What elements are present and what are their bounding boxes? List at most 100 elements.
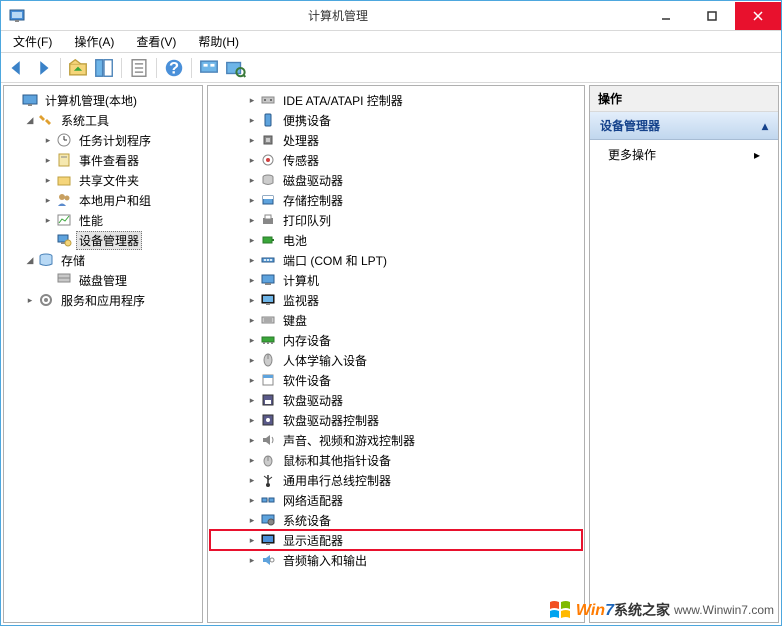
device-category-audio[interactable]: ▸ 音频输入和输出	[210, 550, 582, 570]
expand-icon[interactable]: ▸	[246, 374, 258, 386]
console-tree-pane[interactable]: ▸ 计算机管理(本地) ◢ 系统工具 ▸ 任务计划程序 ▸ 事件查看器 ▸	[3, 85, 203, 623]
memory-icon	[260, 332, 276, 348]
properties-button[interactable]	[127, 56, 151, 80]
expand-icon[interactable]: ▸	[246, 414, 258, 426]
device-label: 监视器	[280, 291, 322, 310]
actions-more[interactable]: 更多操作 ▸	[590, 140, 778, 169]
actions-pane: 操作 设备管理器 ▴ 更多操作 ▸	[589, 85, 779, 623]
expand-icon[interactable]: ▸	[246, 254, 258, 266]
battery-icon	[260, 232, 276, 248]
device-category-cpu[interactable]: ▸处理器	[210, 130, 582, 150]
windows-logo-icon	[548, 598, 572, 622]
tree-item-shared-folders[interactable]: ▸ 共享文件夹	[6, 170, 200, 190]
up-button[interactable]	[66, 56, 90, 80]
expand-icon[interactable]: ▸	[42, 154, 54, 166]
minimize-button[interactable]	[643, 2, 689, 30]
device-category-usb[interactable]: ▸通用串行总线控制器	[210, 470, 582, 490]
expand-icon[interactable]: ▸	[246, 474, 258, 486]
expand-icon[interactable]: ▸	[246, 194, 258, 206]
device-category-network[interactable]: ▸网络适配器	[210, 490, 582, 510]
expand-icon[interactable]: ▸	[246, 494, 258, 506]
device-category-mouse[interactable]: ▸鼠标和其他指针设备	[210, 450, 582, 470]
tree-item-performance[interactable]: ▸ 性能	[6, 210, 200, 230]
device-category-software[interactable]: ▸软件设备	[210, 370, 582, 390]
menu-help[interactable]: 帮助(H)	[192, 31, 245, 52]
expand-icon[interactable]: ▸	[42, 214, 54, 226]
tree-item-event-viewer[interactable]: ▸ 事件查看器	[6, 150, 200, 170]
expand-icon[interactable]: ▸	[246, 114, 258, 126]
device-category-memory[interactable]: ▸内存设备	[210, 330, 582, 350]
device-category-storage[interactable]: ▸存储控制器	[210, 190, 582, 210]
expand-icon[interactable]: ▸	[42, 134, 54, 146]
tree-item-storage[interactable]: ◢ 存储	[6, 250, 200, 270]
collapse-icon[interactable]: ◢	[24, 254, 36, 266]
collapse-icon[interactable]: ◢	[24, 114, 36, 126]
expand-icon[interactable]: ▸	[246, 454, 258, 466]
back-button[interactable]	[5, 56, 29, 80]
expand-icon[interactable]: ▸	[246, 134, 258, 146]
expand-icon[interactable]: ▸	[42, 174, 54, 186]
maximize-button[interactable]	[689, 2, 735, 30]
expand-icon[interactable]: ▸	[246, 234, 258, 246]
device-category-keyboard[interactable]: ▸键盘	[210, 310, 582, 330]
device-label: 音频输入和输出	[280, 551, 370, 570]
expand-icon[interactable]: ▸	[246, 534, 258, 546]
expand-icon[interactable]: ▸	[246, 174, 258, 186]
device-category-port[interactable]: ▸端口 (COM 和 LPT)	[210, 250, 582, 270]
expand-icon[interactable]: ▸	[246, 514, 258, 526]
tree-root[interactable]: ▸ 计算机管理(本地)	[6, 90, 200, 110]
expand-icon[interactable]: ▸	[246, 294, 258, 306]
device-label: 软盘驱动器控制器	[280, 411, 382, 430]
forward-button[interactable]	[31, 56, 55, 80]
expand-icon[interactable]: ▸	[24, 294, 36, 306]
device-category-floppy-ctrl[interactable]: ▸ 软盘驱动器控制器	[210, 410, 582, 430]
device-category-disk[interactable]: ▸磁盘驱动器	[210, 170, 582, 190]
expand-icon[interactable]: ▸	[246, 394, 258, 406]
watermark: Win7系统之家 www.Winwin7.com	[548, 598, 774, 622]
actions-section[interactable]: 设备管理器 ▴	[590, 112, 778, 140]
scan-hardware-button[interactable]	[223, 56, 247, 80]
device-category-computer[interactable]: ▸计算机	[210, 270, 582, 290]
device-category-controller[interactable]: ▸IDE ATA/ATAPI 控制器	[210, 90, 582, 110]
tree-item-disk-management[interactable]: ▸ 磁盘管理	[6, 270, 200, 290]
tree-item-services-apps[interactable]: ▸ 服务和应用程序	[6, 290, 200, 310]
expand-icon[interactable]: ▸	[246, 154, 258, 166]
close-button[interactable]	[735, 2, 781, 30]
hid-icon	[260, 352, 276, 368]
tree-item-system-tools[interactable]: ◢ 系统工具	[6, 110, 200, 130]
device-category-portable[interactable]: ▸便携设备	[210, 110, 582, 130]
device-category-sensor[interactable]: ▸传感器	[210, 150, 582, 170]
device-category-hid[interactable]: ▸人体学输入设备	[210, 350, 582, 370]
tree-item-device-manager[interactable]: ▸ 设备管理器	[6, 230, 200, 250]
expand-icon[interactable]: ▸	[246, 214, 258, 226]
expand-icon[interactable]: ▸	[246, 314, 258, 326]
device-category-monitor[interactable]: ▸ 监视器	[210, 290, 582, 310]
mouse-icon	[260, 452, 276, 468]
menu-action[interactable]: 操作(A)	[68, 31, 120, 52]
help-button[interactable]: ?	[162, 56, 186, 80]
device-category-printer[interactable]: ▸打印队列	[210, 210, 582, 230]
tree-item-task-scheduler[interactable]: ▸ 任务计划程序	[6, 130, 200, 150]
device-category-sound[interactable]: ▸声音、视频和游戏控制器	[210, 430, 582, 450]
expand-icon[interactable]: ▸	[246, 334, 258, 346]
expand-icon[interactable]: ▸	[246, 354, 258, 366]
expand-icon[interactable]: ▸	[246, 554, 258, 566]
expand-icon[interactable]: ▸	[246, 434, 258, 446]
menu-view[interactable]: 查看(V)	[130, 31, 182, 52]
menu-file[interactable]: 文件(F)	[7, 31, 58, 52]
expand-icon[interactable]: ▸	[246, 274, 258, 286]
app-window: 计算机管理 文件(F) 操作(A) 查看(V) 帮助(H) ? ▸ 计算	[0, 0, 782, 626]
view-devices-button[interactable]	[197, 56, 221, 80]
device-tree-pane[interactable]: ▸IDE ATA/ATAPI 控制器▸便携设备▸处理器▸传感器▸磁盘驱动器▸存储…	[207, 85, 585, 623]
device-manager-icon	[56, 232, 72, 248]
toolbar-separator	[121, 58, 122, 78]
show-hide-tree-button[interactable]	[92, 56, 116, 80]
actions-header: 操作	[590, 86, 778, 112]
expand-icon[interactable]: ▸	[246, 94, 258, 106]
tree-item-local-users[interactable]: ▸ 本地用户和组	[6, 190, 200, 210]
expand-icon[interactable]: ▸	[42, 194, 54, 206]
device-category-floppy[interactable]: ▸软盘驱动器	[210, 390, 582, 410]
device-category-battery[interactable]: ▸电池	[210, 230, 582, 250]
device-category-system[interactable]: ▸系统设备	[210, 510, 582, 530]
device-category-display[interactable]: ▸显示适配器	[210, 530, 582, 550]
